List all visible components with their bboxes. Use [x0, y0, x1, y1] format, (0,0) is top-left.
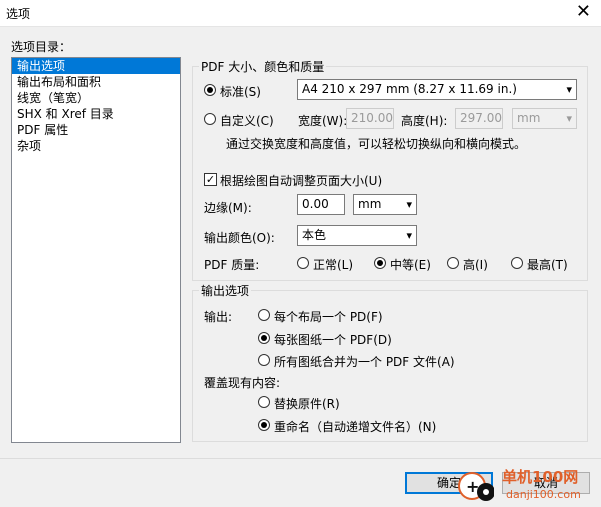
svg-text:+: + [466, 477, 479, 496]
quality-normal-label: 正常(L) [313, 258, 354, 272]
quality-max-radio[interactable] [511, 257, 523, 269]
standard-size-radio[interactable] [204, 84, 216, 96]
title-bar: 选项 ✕ [0, 0, 601, 27]
height-input[interactable]: 297.00 [455, 108, 503, 129]
overwrite-replace-radio[interactable] [258, 396, 270, 408]
watermark-domain: danji100.com [506, 488, 581, 501]
custom-unit-select[interactable]: mm ▾ [512, 108, 577, 129]
chevron-down-icon: ▾ [406, 198, 412, 211]
tree-item-layout-area[interactable]: 输出布局和面积 [12, 74, 180, 90]
tree-item-misc[interactable]: 杂项 [12, 138, 180, 154]
standard-size-label: 标准(S) [220, 85, 261, 99]
standard-size-select[interactable]: A4 210 x 297 mm (8.27 x 11.69 in.) ▾ [297, 79, 577, 100]
footer-separator [0, 458, 601, 459]
width-label: 宽度(W): [298, 114, 348, 128]
overwrite-rename-radio[interactable] [258, 419, 270, 431]
overwrite-replace-label: 替换原件(R) [274, 397, 340, 411]
output-merge-all-label: 所有图纸合并为一个 PDF 文件(A) [274, 355, 455, 369]
output-color-value: 本色 [302, 228, 327, 242]
chevron-down-icon: ▾ [566, 83, 572, 96]
custom-unit-value: mm [517, 111, 541, 125]
output-label: 输出: [204, 310, 233, 324]
options-tree-list[interactable]: 输出选项 输出布局和面积 线宽（笔宽） SHX 和 Xref 目录 PDF 属性… [11, 57, 181, 443]
auto-adjust-checkbox[interactable]: ✓ [204, 173, 217, 186]
output-color-label: 输出颜色(O): [204, 231, 275, 245]
quality-high-radio[interactable] [447, 257, 459, 269]
custom-size-label: 自定义(C) [220, 114, 274, 128]
chevron-down-icon: ▾ [566, 112, 572, 125]
tree-item-pdf-properties[interactable]: PDF 属性 [12, 122, 180, 138]
pdf-quality-label: PDF 质量: [204, 258, 260, 272]
site-watermark: + 单机100网 danji100.com [454, 462, 601, 507]
output-per-sheet-label: 每张图纸一个 PDF(D) [274, 333, 392, 347]
output-options-group-legend: 输出选项 [199, 282, 252, 299]
quality-medium-label: 中等(E) [390, 258, 431, 272]
chevron-down-icon: ▾ [406, 229, 412, 242]
quality-max-label: 最高(T) [527, 258, 568, 272]
swap-hint-text: 通过交换宽度和高度值，可以轻松切换纵向和横向模式。 [226, 137, 527, 151]
output-per-layout-label: 每个布局一个 PD(F) [274, 310, 383, 324]
custom-size-radio[interactable] [204, 113, 216, 125]
pdf-size-group-legend: PDF 大小、颜色和质量 [199, 58, 327, 75]
margin-input[interactable]: 0.00 [297, 194, 345, 215]
watermark-site-name: 单机100网 [502, 468, 579, 486]
options-tree-heading: 选项目录： [11, 40, 72, 54]
margin-unit-select[interactable]: mm ▾ [353, 194, 417, 215]
output-per-layout-radio[interactable] [258, 309, 270, 321]
standard-size-value: A4 210 x 297 mm (8.27 x 11.69 in.) [302, 82, 517, 96]
output-merge-all-radio[interactable] [258, 354, 270, 366]
tree-item-line-width[interactable]: 线宽（笔宽） [12, 90, 180, 106]
width-input[interactable]: 210.00 [346, 108, 394, 129]
output-per-sheet-radio[interactable] [258, 332, 270, 344]
margin-label: 边缘(M): [204, 201, 252, 215]
output-color-select[interactable]: 本色 ▾ [297, 225, 417, 246]
quality-medium-radio[interactable] [374, 257, 386, 269]
margin-unit-value: mm [358, 197, 382, 211]
auto-adjust-label: 根据绘图自动调整页面大小(U) [220, 174, 383, 188]
tree-item-shx-xref[interactable]: SHX 和 Xref 目录 [12, 106, 180, 122]
overwrite-rename-label: 重命名（自动递增文件名）(N) [274, 420, 437, 434]
height-label: 高度(H): [401, 114, 448, 128]
watermark-logo-icon: + [458, 472, 494, 501]
tree-item-output-options[interactable]: 输出选项 [12, 58, 180, 74]
overwrite-label: 覆盖现有内容: [204, 376, 281, 390]
quality-normal-radio[interactable] [297, 257, 309, 269]
quality-high-label: 高(I) [463, 258, 488, 272]
window-title: 选项 [6, 7, 31, 21]
close-icon[interactable]: ✕ [576, 2, 591, 22]
